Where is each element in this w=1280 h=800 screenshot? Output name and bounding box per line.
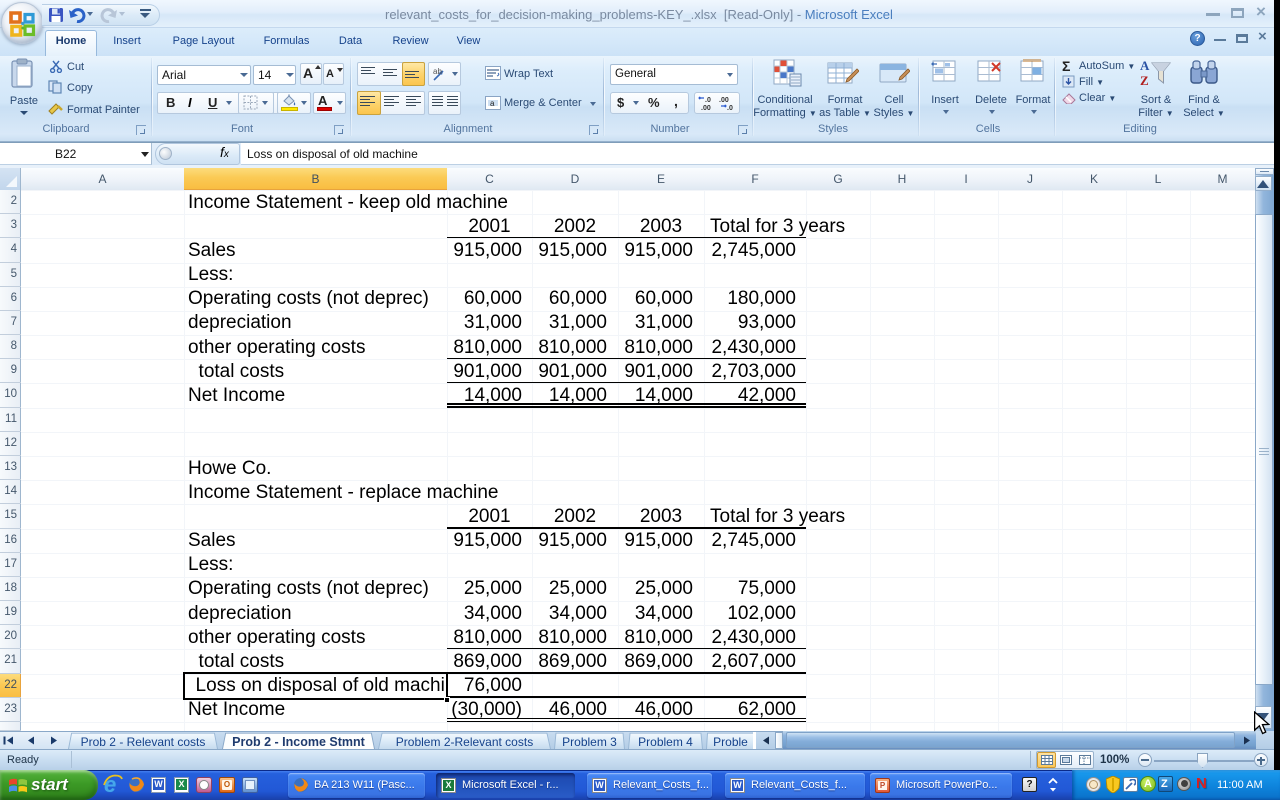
svg-text:.0: .0 [705, 97, 711, 104]
svg-text:.0: .0 [727, 105, 733, 111]
svg-text:a: a [490, 99, 495, 108]
svg-text:Z: Z [1140, 73, 1149, 87]
svg-text:.00: .00 [719, 97, 729, 104]
svg-text:A: A [1140, 58, 1150, 73]
svg-text:.00: .00 [701, 105, 711, 111]
svg-text:ab: ab [433, 67, 442, 76]
